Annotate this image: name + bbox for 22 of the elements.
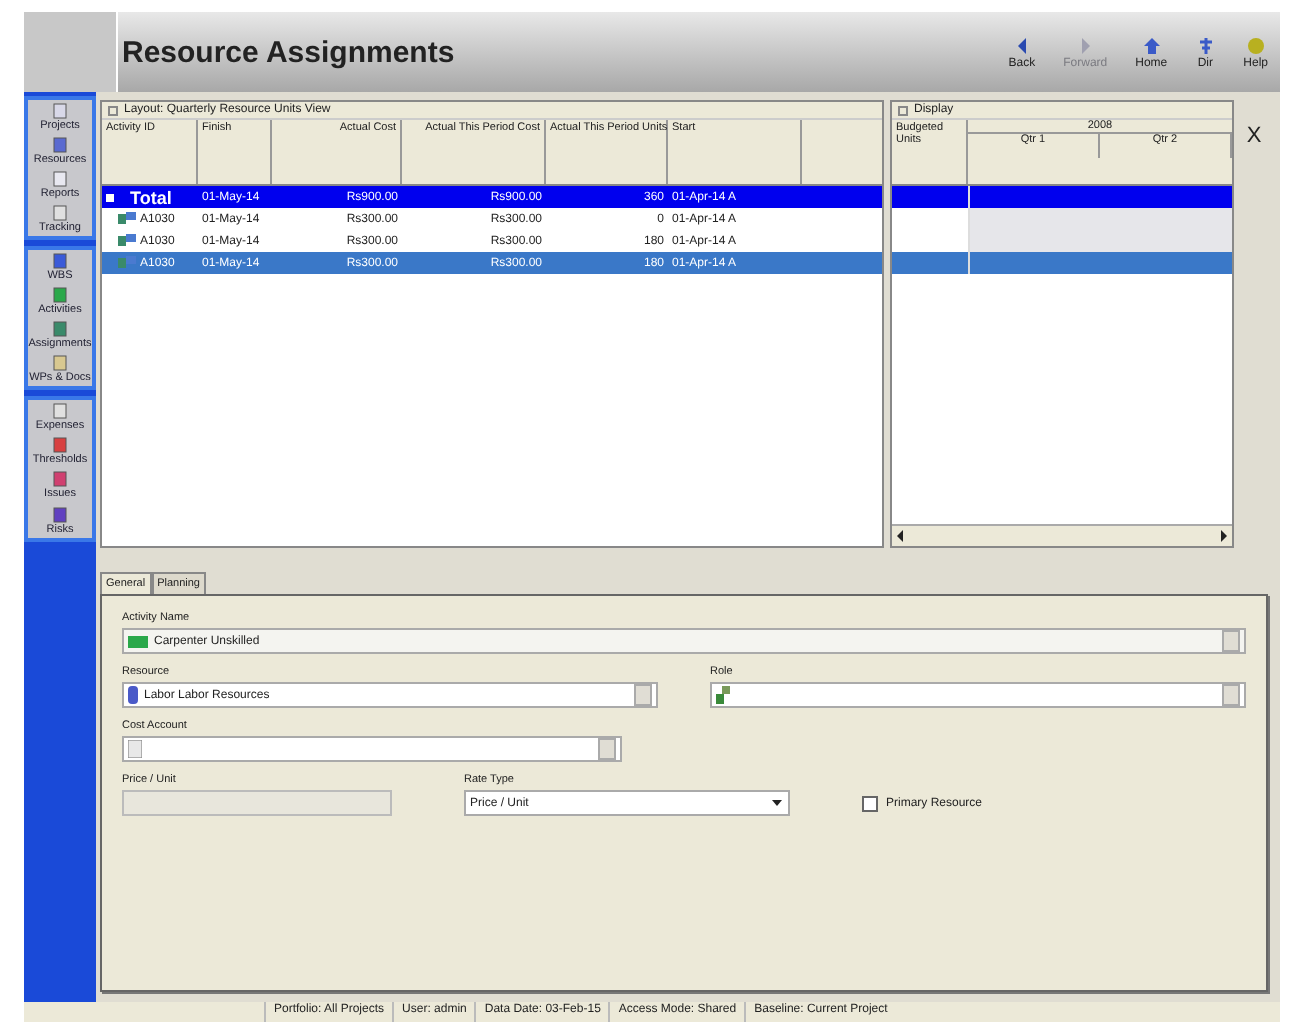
table-cell: Total [102, 187, 198, 207]
browse-button[interactable] [598, 738, 616, 760]
scrollbar[interactable] [892, 524, 1232, 546]
browse-button[interactable] [1222, 684, 1240, 706]
resource-icon [128, 686, 138, 704]
document-icon [128, 740, 142, 758]
price-unit-field[interactable] [122, 790, 392, 816]
help-icon [1245, 35, 1266, 55]
page-title: Resource Assignments [122, 35, 455, 69]
role-field[interactable] [710, 682, 1246, 708]
cost-account-field[interactable] [122, 736, 622, 762]
browse-button[interactable] [634, 684, 652, 706]
close-icon[interactable]: X [1246, 124, 1262, 148]
assignment-icon [118, 212, 136, 226]
assignment-icon [118, 234, 136, 248]
role-icon [716, 686, 732, 704]
sidebar-header [24, 12, 116, 92]
browse-button[interactable] [1222, 630, 1240, 652]
home-icon [1141, 35, 1162, 55]
directory-icon [1195, 35, 1216, 55]
activity-icon [128, 635, 148, 647]
assignment-icon [118, 256, 136, 270]
